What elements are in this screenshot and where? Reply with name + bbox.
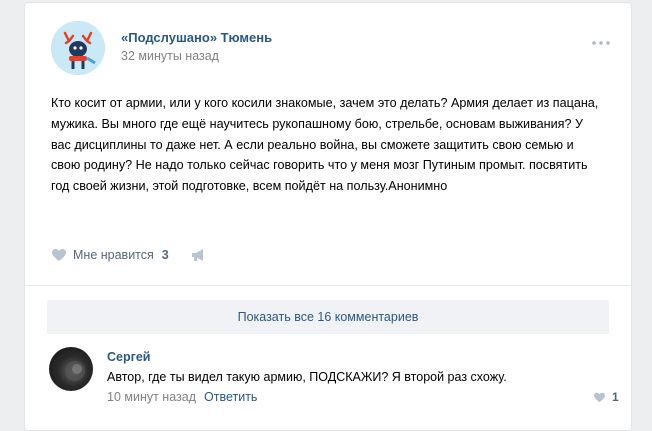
post-text: Кто косит от армии, или у кого косили зн…: [51, 96, 599, 194]
post-time[interactable]: 32 минуты назад: [121, 49, 219, 63]
comment-like-button[interactable]: 1: [593, 390, 619, 404]
post-card: «Подслушано» Тюмень 32 минуты назад Кто …: [24, 2, 632, 431]
post-actions: Мне нравится 3: [51, 246, 207, 264]
like-count: 3: [161, 248, 169, 262]
group-avatar[interactable]: [51, 21, 105, 75]
show-all-comments-button[interactable]: Показать все 16 комментариев: [47, 300, 609, 334]
share-button[interactable]: [191, 248, 207, 262]
more-icon[interactable]: [591, 33, 611, 49]
comment-text: Автор, где ты видел такую армию, ПОДСКАЖ…: [107, 370, 507, 384]
like-button[interactable]: Мне нравится 3: [51, 248, 169, 262]
comment-time[interactable]: 10 минут назад: [107, 390, 196, 404]
megaphone-icon: [191, 249, 203, 261]
like-label: Мне нравится: [73, 248, 154, 262]
avatar-photo-icon: [65, 361, 85, 381]
group-name-link[interactable]: «Подслушано» Тюмень: [121, 30, 272, 45]
heart-icon: [52, 249, 66, 261]
dots-icon: [592, 41, 610, 45]
reply-button[interactable]: Ответить: [204, 390, 257, 404]
divider: [25, 285, 631, 286]
comment-avatar[interactable]: [49, 347, 93, 391]
heart-icon: [594, 392, 605, 402]
reindeer-logo-icon: [51, 21, 105, 75]
comment-like-count: 1: [612, 390, 619, 404]
comment-author-link[interactable]: Сергей: [107, 350, 150, 364]
comment-meta: 10 минут назад Ответить: [107, 390, 257, 404]
